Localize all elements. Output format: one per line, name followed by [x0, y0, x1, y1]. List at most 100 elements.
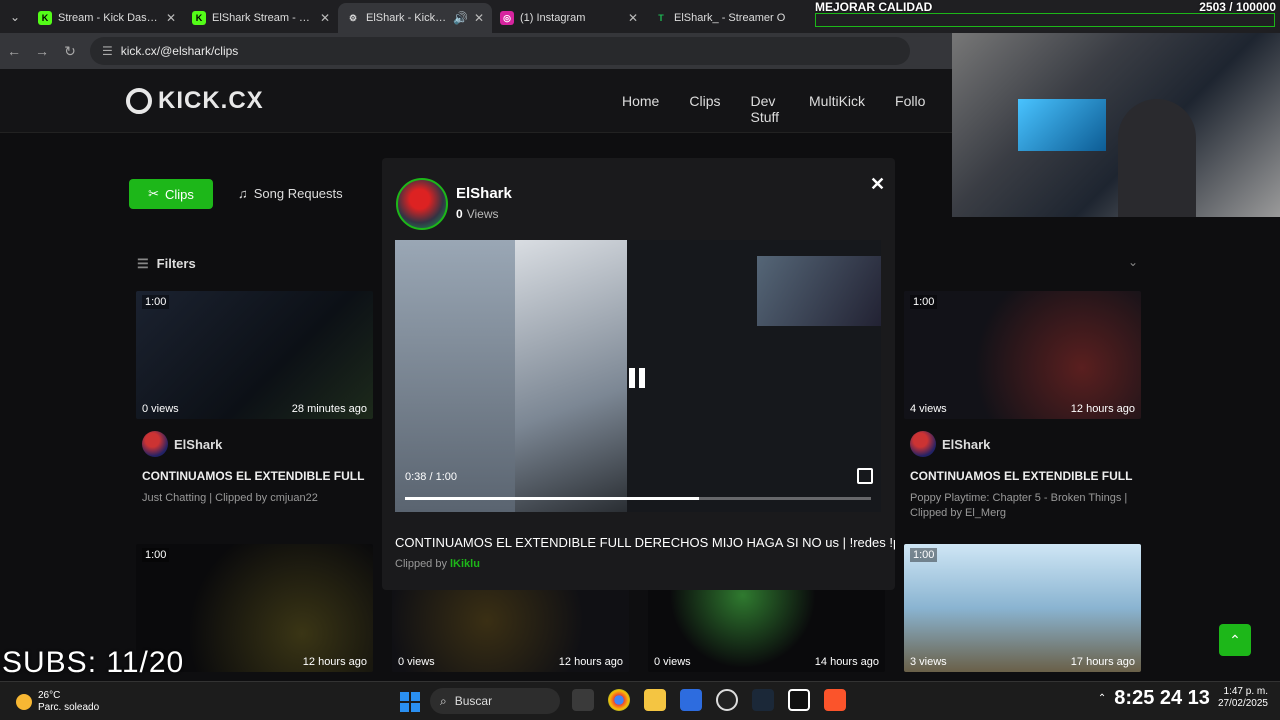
- close-icon[interactable]: ✕: [870, 174, 885, 195]
- clip-duration: 1:00: [142, 548, 170, 562]
- close-tab-icon[interactable]: ✕: [628, 11, 638, 25]
- filters-toggle[interactable]: ☰ Filters: [137, 256, 196, 272]
- chevron-up-icon: ⌃: [1229, 631, 1241, 648]
- close-tab-icon[interactable]: ✕: [166, 11, 176, 25]
- nav-multikick[interactable]: MultiKick: [809, 93, 865, 125]
- video-time: 0:38 / 1:00: [405, 471, 457, 483]
- overlay-goal-count: 2503 / 100000: [1199, 0, 1276, 14]
- video-player[interactable]: 0:38 / 1:00: [395, 240, 881, 512]
- kick-icon: K: [38, 11, 52, 25]
- search-icon: ⌕: [440, 693, 447, 708]
- reload-icon[interactable]: ↻: [56, 43, 84, 60]
- forward-icon[interactable]: →: [28, 43, 56, 59]
- capcut-icon[interactable]: [788, 689, 810, 711]
- video-frame-explorer: [627, 240, 881, 512]
- tab-clips[interactable]: ✂ Clips: [129, 179, 213, 209]
- overlay-goal-title: MEJORAR CALIDAD: [815, 0, 933, 14]
- clip-duration: 1:00: [910, 295, 938, 309]
- scissors-icon: ✂: [148, 186, 159, 201]
- address-bar: ← → ↻ ☰ kick.cx/@elshark/clips: [0, 33, 952, 69]
- taskbar-clock[interactable]: 1:47 p. m. 27/02/2025: [1218, 686, 1268, 710]
- taskbar-apps: [572, 689, 846, 711]
- browser-tab-active[interactable]: ⚙ ElShark - Kick.CX 🔊 ✕: [338, 3, 492, 33]
- video-progress-bar[interactable]: [405, 497, 871, 500]
- clip-views: 0 views: [398, 656, 435, 668]
- browser-tab[interactable]: ◎ (1) Instagram ✕: [492, 3, 646, 33]
- folder-icon[interactable]: [644, 689, 666, 711]
- pause-icon[interactable]: [629, 368, 649, 388]
- sun-icon: [16, 694, 32, 710]
- fullscreen-icon[interactable]: [857, 468, 873, 484]
- clip-age: 17 hours ago: [1070, 656, 1135, 668]
- site-info-icon[interactable]: ☰: [102, 44, 113, 58]
- close-tab-icon[interactable]: ✕: [320, 11, 330, 25]
- nav-home[interactable]: Home: [622, 93, 659, 125]
- kick-icon: K: [192, 11, 206, 25]
- nav-clips[interactable]: Clips: [689, 93, 720, 125]
- browser-tab[interactable]: KStream - Kick Dashboard✕: [30, 3, 184, 33]
- clip-title[interactable]: CONTINUAMOS EL EXTENDIBLE FULL DE: [910, 469, 1136, 483]
- filter-icon: ☰: [137, 256, 149, 271]
- clip-age: 14 hours ago: [814, 656, 879, 668]
- brave-icon[interactable]: [824, 689, 846, 711]
- chevron-up-icon[interactable]: ⌃: [1098, 693, 1106, 704]
- webcam-person: [1118, 99, 1196, 217]
- clip-card[interactable]: 1:00 3 views 17 hours ago: [904, 544, 1141, 672]
- clip-views: 4 views: [910, 403, 947, 415]
- clip-meta: Poppy Playtime: Chapter 5 - Broken Thing…: [910, 492, 1128, 519]
- clip-age: 12 hours ago: [558, 656, 623, 668]
- windows-start-icon[interactable]: [400, 692, 420, 712]
- tab-search-icon[interactable]: ⌄: [0, 0, 30, 33]
- scroll-top-button[interactable]: ⌃: [1219, 624, 1251, 656]
- modal-clip-title: CONTINUAMOS EL EXTENDIBLE FULL DERECHOS …: [395, 535, 895, 550]
- clip-card[interactable]: 1:00 0 views 28 minutes ago ElShark CONT…: [136, 291, 373, 506]
- clip-age: 28 minutes ago: [291, 403, 367, 415]
- clip-views: 3 views: [910, 656, 947, 668]
- chevron-down-icon[interactable]: ⌄: [1128, 255, 1138, 269]
- browser-tab[interactable]: T ElShark_ - Streamer O: [646, 3, 800, 33]
- back-icon[interactable]: ←: [0, 43, 28, 59]
- video-frame-figure: [515, 240, 627, 512]
- nav-follow[interactable]: Follo: [895, 93, 925, 125]
- gear-icon: ⚙: [348, 12, 358, 23]
- clip-views: 0 views: [654, 656, 691, 668]
- clip-views: 0 views: [142, 403, 179, 415]
- goal-bar: [815, 13, 1275, 27]
- instagram-icon: ◎: [500, 11, 514, 25]
- close-tab-icon[interactable]: ✕: [474, 11, 484, 25]
- overlay-clock: 8:25 24 13: [1114, 686, 1210, 709]
- nav-dev-stuff[interactable]: Dev Stuff: [750, 93, 779, 125]
- taskbar: 26°C Parc. soleado ⌕ Buscar ⌃ 8:25 24 13 1…: [0, 681, 1280, 720]
- tab-song-requests[interactable]: ♫ Song Requests: [238, 186, 343, 201]
- avatar: [910, 431, 936, 457]
- chrome-icon[interactable]: [608, 689, 630, 711]
- clip-thumbnail[interactable]: 1:00 4 views 12 hours ago: [904, 291, 1141, 419]
- modal-streamer-name[interactable]: ElShark: [456, 185, 512, 202]
- clipper-link[interactable]: lKiklu: [450, 558, 480, 570]
- url-field[interactable]: ☰ kick.cx/@elshark/clips: [90, 37, 910, 65]
- main-nav: Home Clips Dev Stuff MultiKick Follo: [622, 93, 955, 125]
- file-explorer-icon[interactable]: [572, 689, 594, 711]
- app-icon[interactable]: [680, 689, 702, 711]
- site-logo[interactable]: KICK.CX: [126, 87, 264, 115]
- clip-thumbnail[interactable]: 1:00 0 views 28 minutes ago: [136, 291, 373, 419]
- browser-tab[interactable]: KElShark Stream - Watch✕: [184, 3, 338, 33]
- tracker-icon: T: [658, 13, 664, 23]
- clip-title[interactable]: CONTINUAMOS EL EXTENDIBLE FULL DE: [142, 469, 368, 483]
- steam-icon[interactable]: [752, 689, 774, 711]
- clip-duration: 1:00: [142, 295, 170, 309]
- obs-icon[interactable]: [716, 689, 738, 711]
- modal-views: 0 Views: [456, 207, 499, 221]
- modal-clipped-by: Clipped by lKiklu: [395, 558, 480, 570]
- clip-card[interactable]: 1:00 4 views 12 hours ago ElShark CONTIN…: [904, 291, 1141, 521]
- clip-streamer[interactable]: ElShark: [910, 431, 1141, 457]
- speaker-icon[interactable]: 🔊: [453, 11, 468, 25]
- clip-streamer[interactable]: ElShark: [142, 431, 373, 457]
- clip-thumbnail[interactable]: 1:00 3 views 17 hours ago: [904, 544, 1141, 672]
- taskbar-search[interactable]: ⌕ Buscar: [430, 688, 560, 714]
- clip-age: 12 hours ago: [1070, 403, 1135, 415]
- logo-icon: [126, 88, 152, 114]
- streamer-avatar[interactable]: [396, 178, 448, 230]
- system-tray: ⌃ 8:25 24 13 1:47 p. m. 27/02/2025: [1098, 686, 1268, 710]
- weather-widget[interactable]: 26°C Parc. soleado: [16, 690, 99, 714]
